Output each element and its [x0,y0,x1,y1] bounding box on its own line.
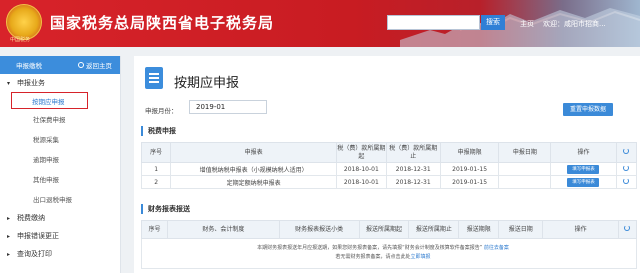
fill-now-link[interactable]: 立即填报 [411,254,431,260]
site-title: 国家税务总局陕西省电子税务局 [50,14,275,32]
search-input[interactable] [387,15,480,30]
search-button[interactable]: 搜索 [481,15,505,30]
table-cell: 2019-01-15 [439,162,500,176]
table-cell: 2019-01-15 [439,175,500,189]
table-row: 1 增值税纳税申报表（小规模纳税人适用） 2018-10-01 2018-12-… [140,162,638,176]
refresh-header-cell [617,220,638,239]
refresh-icon[interactable] [623,165,630,171]
period-label: 申报月份： [145,107,178,115]
table-header-row: 序号 申报表 税（费）款所属期起 税（费）款所属期止 申报期限 申报日期 操作 [140,142,638,163]
table-cell: 2018-10-01 [336,175,387,189]
sidebar-group-payment[interactable]: ▸ 税费缴纳 [0,209,120,227]
column-header: 报送所属期起 [358,220,410,239]
table-row: 2 定期定额纳税申报表 2018-10-01 2018-12-31 2019-0… [140,175,638,189]
document-icon [145,67,163,89]
table-cell: 填写申报表 [550,175,617,189]
table-cell [498,162,552,176]
refresh-icon[interactable] [623,178,630,184]
table-cell: 2018-12-31 [385,175,441,189]
table-cell: 填写申报表 [550,162,617,176]
column-header: 财务、会计制度 [166,220,280,239]
sidebar-group-declaration[interactable]: ▾ 申报业务 [0,74,120,92]
tax-declaration-table: 序号 申报表 税（费）款所属期起 税（费）款所属期止 申报期限 申报日期 操作 … [140,142,638,189]
chevron-down-icon: ▾ [7,79,11,87]
column-header: 申报日期 [498,142,552,163]
financial-section-title: 财务报表报送 [141,204,190,214]
tax-emblem-icon [6,4,42,40]
table-cell [498,175,552,189]
column-header: 财务报表报送小类 [278,220,360,239]
column-header: 申报期限 [439,142,500,163]
sidebar: 申报缴税 返回主页 ▾ 申报业务 按期应申报 社保费申报 税源采集 逾期申报 其他… [0,56,121,273]
column-header: 操作 [542,220,619,239]
column-header: 申报表 [170,142,338,163]
filing-note-2: 若无需财务报表备案，请点击此处立即填报 [335,254,431,260]
table-header-row: 序号 财务、会计制度 财务报表报送小类 报送所属期起 报送所属期止 报送期限 报… [141,220,638,239]
top-links: 主页 欢迎：咸阳市招商... [520,19,606,29]
page-title: 按期应申报 [174,76,240,91]
table-cell [615,162,638,176]
refresh-icon[interactable] [624,225,631,231]
sidebar-item-export-refund[interactable]: 出口退税申报 [0,189,120,209]
site-header: 中国税务 国家税务总局陕西省电子税务局 搜索 主页 欢迎：咸阳市招商... [0,0,640,47]
fill-form-button[interactable]: 填写申报表 [567,177,600,187]
column-header: 报送期限 [458,220,500,239]
filing-note-1: 本期财务报表报送年月应报送期，如果您财务报表备案，请先填报“财务会计制度及核算软… [257,245,509,251]
sidebar-item-overdue[interactable]: 逾期申报 [0,149,120,169]
column-header: 序号 [140,142,172,163]
fill-form-button[interactable]: 填写申报表 [567,164,600,174]
sidebar-header: 申报缴税 返回主页 [0,56,120,74]
sidebar-item-social-insurance[interactable]: 社保费申报 [0,109,120,129]
table-cell: 2 [140,175,172,189]
sidebar-item-other[interactable]: 其他申报 [0,169,120,189]
column-header: 报送日期 [498,220,544,239]
user-welcome-link[interactable]: 欢迎：咸阳市招商... [543,19,606,29]
chevron-right-icon: ▸ [7,250,11,258]
declaration-form-name: 增值税纳税申报表（小规模纳税人适用） [170,162,338,176]
table-cell [615,175,638,189]
column-header: 操作 [550,142,617,163]
tax-section-title: 税费申报 [141,126,176,136]
sidebar-group-query[interactable]: ▸ 查询及打印 [0,245,120,263]
chevron-right-icon: ▸ [7,232,11,240]
sidebar-item-periodic-declaration[interactable]: 按期应申报 [11,92,88,109]
reset-declaration-button[interactable]: 重置申报数据 [563,103,613,116]
period-input[interactable]: 2019-01 [189,100,267,114]
column-header: 序号 [141,220,168,239]
column-header: 报送所属期止 [408,220,460,239]
go-filing-link[interactable]: 前往去备案 [484,245,509,251]
table-cell: 1 [140,162,172,176]
table-cell: 2018-10-01 [336,162,387,176]
back-home-button[interactable]: 返回主页 [78,60,112,70]
column-header: 税（费）款所属期止 [385,142,441,163]
main-panel: 按期应申报 申报月份： 2019-01 重置申报数据 税费申报 序号 申报表 税… [134,56,640,273]
back-icon [78,62,84,68]
refresh-icon[interactable] [623,148,630,154]
table-cell: 2018-12-31 [385,162,441,176]
chevron-right-icon: ▸ [7,214,11,222]
home-link[interactable]: 主页 [520,19,534,29]
refresh-header-cell [615,142,638,163]
declaration-form-name: 定期定额纳税申报表 [170,175,338,189]
emblem-caption: 中国税务 [10,37,31,43]
sidebar-group-correction[interactable]: ▸ 申报错误更正 [0,227,120,245]
column-header: 税（费）款所属期起 [336,142,387,163]
sidebar-header-label: 申报缴税 [16,62,42,70]
sidebar-item-tax-source[interactable]: 税源采集 [0,129,120,149]
